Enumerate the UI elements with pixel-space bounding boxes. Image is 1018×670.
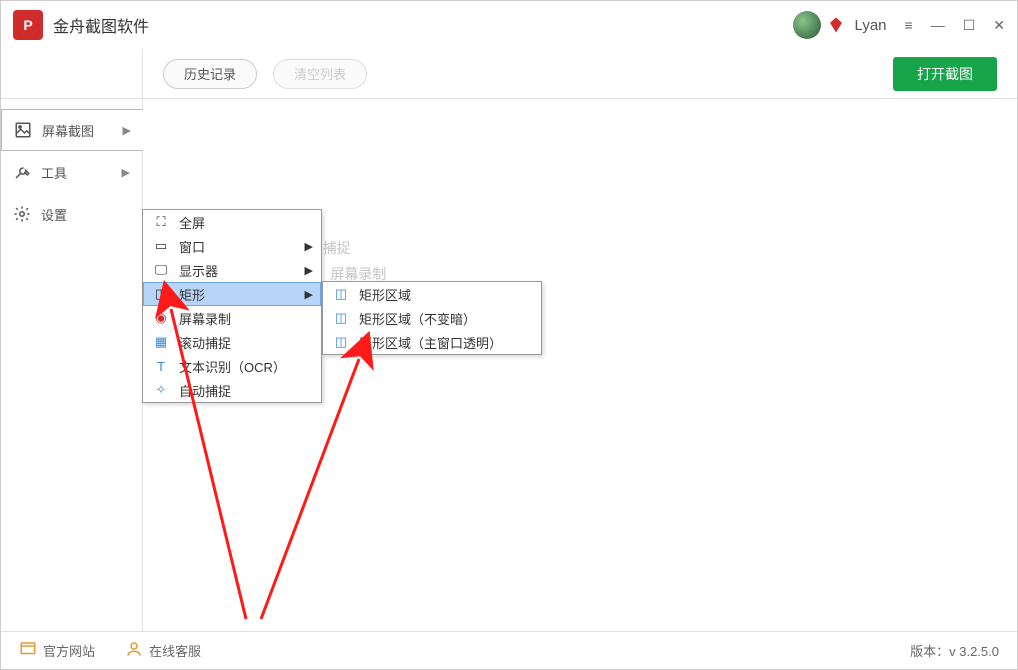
monitor-icon: 🖵 xyxy=(151,262,171,278)
sidebar-item-label: 工具 xyxy=(41,163,122,182)
sidebar-item-label: 设置 xyxy=(41,205,130,224)
website-icon xyxy=(19,640,37,661)
app-logo-icon: P xyxy=(13,10,43,40)
official-site-link[interactable]: 官方网站 xyxy=(19,640,95,661)
close-button[interactable]: ✕ xyxy=(993,17,1005,34)
menu-item-monitor[interactable]: 🖵 显示器 ▶ xyxy=(143,258,321,282)
minimize-button[interactable]: — xyxy=(931,17,945,33)
rect-nodim-icon: ◫ xyxy=(331,310,351,326)
menu-icon[interactable]: ≡ xyxy=(905,17,913,33)
chevron-right-icon: ▶ xyxy=(305,264,313,277)
menu-item-ocr[interactable]: T 文本识别（OCR） xyxy=(143,354,321,378)
menu-item-record[interactable]: ◉ 屏幕录制 xyxy=(143,306,321,330)
support-icon xyxy=(125,640,143,661)
screenshot-menu: ⛶ 全屏 ▭ 窗口 ▶ 🖵 显示器 ▶ ◫ 矩形 ▶ ◉ 屏幕录制 xyxy=(142,209,322,403)
scroll-icon: ▦ xyxy=(151,334,171,350)
menu-item-scroll[interactable]: ▦ 滚动捕捉 xyxy=(143,330,321,354)
submenu-item-rect-area[interactable]: ◫ 矩形区域 xyxy=(323,282,541,306)
username[interactable]: Lyan xyxy=(855,17,887,34)
wrench-icon xyxy=(13,163,31,181)
clear-list-button: 清空列表 xyxy=(273,59,367,89)
sidebar-item-screenshot[interactable]: 屏幕截图 ▶ xyxy=(1,109,143,151)
sidebar-item-settings[interactable]: 设置 xyxy=(1,193,142,235)
sidebar-item-tools[interactable]: 工具 ▶ xyxy=(1,151,142,193)
submenu-item-rect-nodim[interactable]: ◫ 矩形区域（不变暗） xyxy=(323,306,541,330)
fullscreen-icon: ⛶ xyxy=(151,214,171,230)
menu-item-auto[interactable]: ✧ 自动捕捉 xyxy=(143,378,321,402)
rect-area-icon: ◫ xyxy=(331,286,351,302)
chevron-right-icon: ▶ xyxy=(123,124,131,137)
vip-diamond-icon[interactable] xyxy=(827,16,845,34)
chevron-right-icon: ▶ xyxy=(122,166,130,179)
rectangle-icon: ◫ xyxy=(151,286,171,302)
open-capture-button[interactable]: 打开截图 xyxy=(893,57,997,91)
menu-item-window[interactable]: ▭ 窗口 ▶ xyxy=(143,234,321,258)
auto-capture-icon: ✧ xyxy=(151,382,171,398)
submenu-item-rect-transparent[interactable]: ◫ 矩形区域（主窗口透明） xyxy=(323,330,541,354)
sidebar-item-label: 屏幕截图 xyxy=(42,121,123,140)
maximize-button[interactable]: ☐ xyxy=(963,17,976,34)
version-label: 版本：v 3.2.5.0 xyxy=(910,641,999,660)
rectangle-submenu: ◫ 矩形区域 ◫ 矩形区域（不变暗） ◫ 矩形区域（主窗口透明） xyxy=(322,281,542,355)
image-icon xyxy=(14,121,32,139)
avatar[interactable] xyxy=(793,11,821,39)
support-link[interactable]: 在线客服 xyxy=(125,640,201,661)
record-icon: ◉ xyxy=(151,310,171,326)
chevron-right-icon: ▶ xyxy=(305,240,313,253)
menu-item-rectangle[interactable]: ◫ 矩形 ▶ xyxy=(143,282,321,306)
gear-icon xyxy=(13,205,31,223)
app-title: 金舟截图软件 xyxy=(53,13,149,37)
history-button[interactable]: 历史记录 xyxy=(163,59,257,89)
rect-transparent-icon: ◫ xyxy=(331,334,351,350)
window-icon: ▭ xyxy=(151,238,171,254)
menu-item-fullscreen[interactable]: ⛶ 全屏 xyxy=(143,210,321,234)
ocr-icon: T xyxy=(151,359,171,374)
chevron-right-icon: ▶ xyxy=(305,288,313,301)
